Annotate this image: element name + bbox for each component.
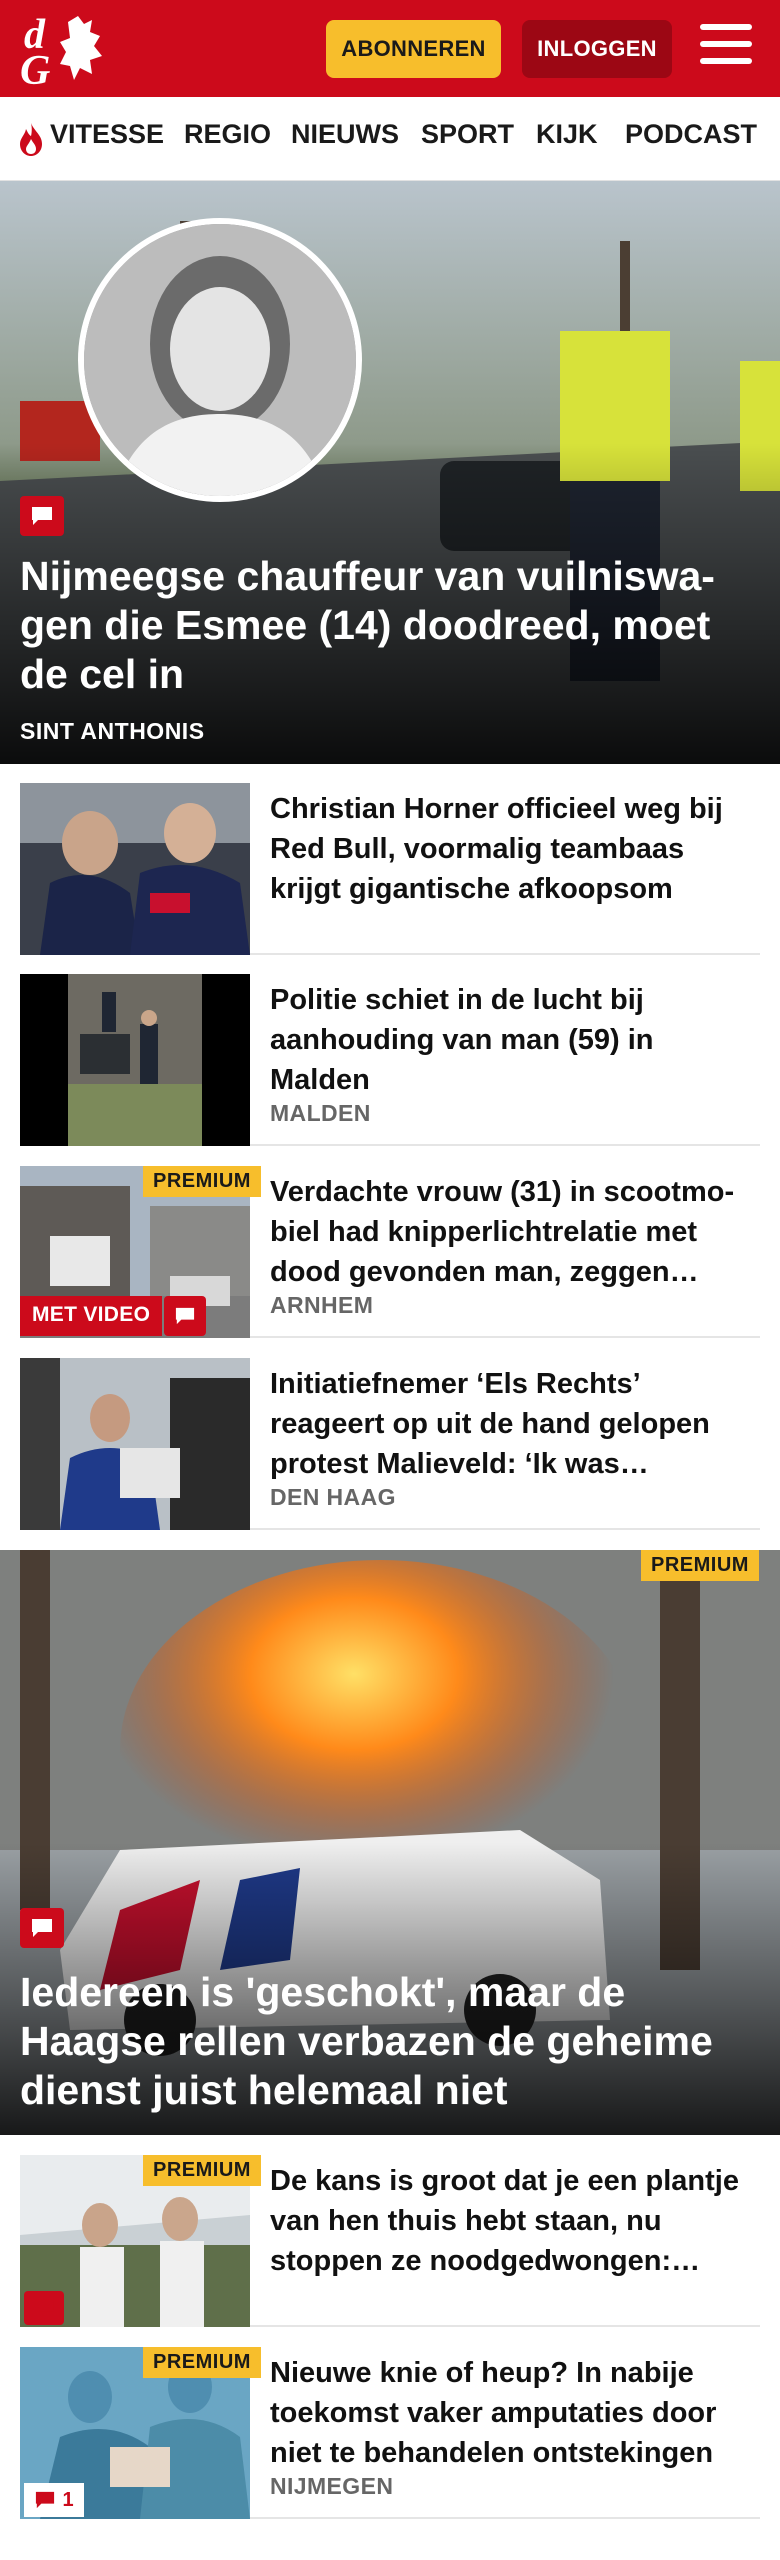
comment-icon [20, 1908, 64, 1948]
article-item[interactable]: Initiatiefnemer ‘Els Rechts’ reageert op… [20, 1358, 760, 1530]
article-title[interactable]: Christian Horner officieel weg bij Red B… [270, 789, 760, 909]
article-title[interactable]: Politie schiet in de lucht bij aanhoudin… [270, 980, 760, 1100]
article-title[interactable]: Verdachte vrouw (31) in scootmo­biel had… [270, 1172, 760, 1292]
hero-title[interactable]: Nijmeegse chauffeur van vuilniswa­gen di… [20, 552, 760, 699]
site-logo[interactable]: d G [20, 12, 120, 94]
nav-item-vitesse[interactable]: VITESSE [50, 119, 164, 150]
article-title[interactable]: Nieuwe knie of heup? In nabije toekomst … [270, 2353, 760, 2473]
comment-count: 1 [62, 2488, 74, 2511]
video-badge: MET VIDEO [20, 1296, 163, 1336]
article-title[interactable]: Initiatiefnemer ‘Els Rechts’ reageert op… [270, 1364, 760, 1484]
comment-icon [20, 496, 64, 536]
article-thumbnail [20, 783, 250, 955]
article-item[interactable]: PREMIUM 1 Nieuwe knie of heup? In nabije… [20, 2347, 760, 2519]
victim-portrait [78, 218, 362, 502]
flame-icon [20, 123, 42, 156]
hamburger-menu-icon[interactable] [700, 24, 752, 70]
premium-badge: PREMIUM [143, 1166, 261, 1197]
hero-2-title[interactable]: Iedereen is 'geschokt', maar de Haagse r… [20, 1968, 760, 2115]
article-location: DEN HAAG [270, 1484, 396, 1510]
premium-badge: PREMIUM [143, 2347, 261, 2378]
article-thumbnail [20, 1358, 250, 1530]
nav-item-nieuws[interactable]: NIEUWS [291, 119, 399, 150]
comment-icon [164, 1296, 206, 1336]
article-location: ARNHEM [270, 1292, 374, 1318]
hero-location: SINT ANTHONIS [20, 718, 205, 744]
article-item[interactable]: Politie schiet in de lucht bij aanhoudin… [20, 974, 760, 1146]
svg-text:G: G [20, 48, 50, 86]
article-item[interactable]: PREMIUM MET VIDEO Verdachte vrouw (31) i… [20, 1166, 760, 1338]
article-item[interactable]: PREMIUM De kans is groot dat je een plan… [20, 2155, 760, 2327]
nav-item-podcast[interactable]: PODCAST [625, 119, 757, 150]
nav-item-sport[interactable]: SPORT [421, 119, 514, 150]
comment-icon [24, 2291, 64, 2325]
article-thumbnail [20, 974, 250, 1146]
top-bar: d G ABONNEREN INLOGGEN [0, 0, 780, 97]
premium-badge: PREMIUM [641, 1550, 759, 1581]
nav-item-kijk[interactable]: KIJK [536, 119, 598, 150]
nav-item-regio[interactable]: REGIO [184, 119, 271, 150]
comment-count-badge: 1 [24, 2483, 84, 2517]
section-nav: VITESSE REGIO NIEUWS SPORT KIJK PODCAST [0, 97, 780, 181]
comment-icon [36, 2491, 55, 2509]
article-item[interactable]: Christian Horner officieel weg bij Red B… [20, 783, 760, 955]
login-button[interactable]: INLOGGEN [522, 20, 672, 78]
article-location: MALDEN [270, 1100, 371, 1126]
article-title[interactable]: De kans is groot dat je een plantje van … [270, 2161, 760, 2281]
article-location: NIJMEGEN [270, 2473, 394, 2499]
premium-badge: PREMIUM [143, 2155, 261, 2186]
subscribe-button[interactable]: ABONNEREN [326, 20, 501, 78]
